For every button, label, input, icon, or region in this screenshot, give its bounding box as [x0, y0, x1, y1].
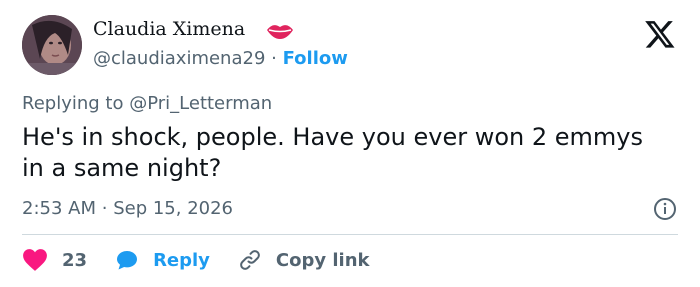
action-bar: 23 Reply Copy link	[22, 247, 398, 273]
handle-row: @claudiaximena29 · Follow	[93, 48, 348, 69]
tweet-text: He's in shock, people. Have you ever won…	[22, 123, 643, 182]
heart-icon	[23, 249, 47, 271]
x-logo-icon[interactable]	[644, 18, 676, 50]
info-icon[interactable]	[653, 197, 677, 221]
reply-context: Replying to @Pri_Letterman	[22, 93, 272, 114]
handle-separator: ·	[271, 48, 277, 69]
avatar-photo	[22, 15, 82, 75]
avatar[interactable]	[22, 15, 82, 75]
timestamp-separator: ·	[101, 198, 108, 219]
reply-label: Reply	[153, 249, 210, 271]
divider	[22, 234, 678, 235]
reply-prefix: Replying to	[22, 93, 124, 114]
like-button[interactable]: 23	[22, 248, 87, 272]
speech-bubble-icon	[117, 251, 138, 270]
display-name[interactable]: Claudia Ximena	[93, 18, 245, 40]
lips-icon	[267, 25, 293, 39]
link-icon	[240, 250, 260, 270]
handle[interactable]: @claudiaximena29	[93, 48, 265, 69]
reply-button[interactable]: Reply	[115, 248, 210, 272]
copy-link-button[interactable]: Copy link	[238, 248, 370, 272]
tweet-date: Sep 15, 2026	[113, 198, 234, 219]
timestamp[interactable]: 2:53 AM · Sep 15, 2026	[22, 198, 233, 219]
follow-button[interactable]: Follow	[283, 48, 348, 69]
copy-link-label: Copy link	[275, 249, 370, 271]
reply-target-link[interactable]: @Pri_Letterman	[129, 93, 272, 114]
like-count: 23	[62, 249, 88, 271]
tweet-time: 2:53 AM	[22, 198, 96, 219]
